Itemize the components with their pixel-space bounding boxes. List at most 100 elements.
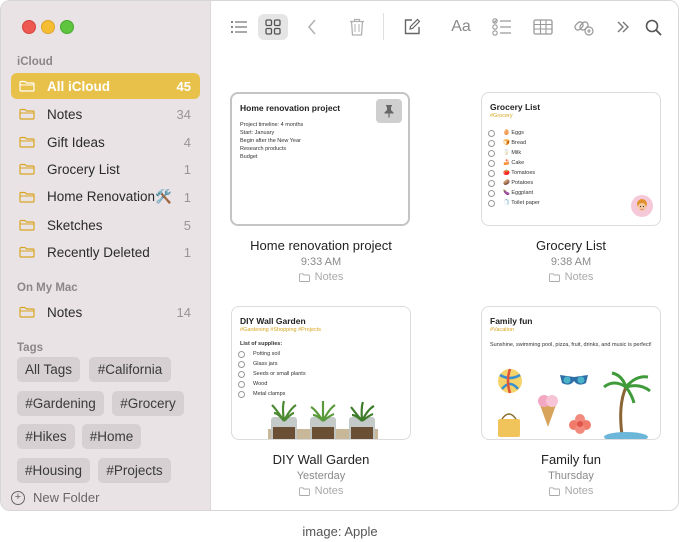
note-preview-subhead: List of supplies: bbox=[240, 341, 283, 347]
gallery-view-button[interactable] bbox=[258, 14, 288, 40]
format-button[interactable]: Aa bbox=[446, 14, 476, 40]
checklist-item: Wood bbox=[238, 379, 306, 389]
note-preview-body: Sunshine, swimming pool, pizza, fruit, d… bbox=[490, 342, 652, 348]
notes-gallery: Home renovation project Project timeline… bbox=[211, 53, 678, 510]
new-folder-button[interactable]: + New Folder bbox=[11, 490, 99, 505]
note-folder: Notes bbox=[221, 271, 421, 283]
checklist-item-label: 🥔 Potatoes bbox=[503, 180, 534, 186]
folder-label: All iCloud bbox=[47, 78, 110, 94]
collaborator-avatar[interactable] bbox=[631, 195, 653, 217]
table-button[interactable] bbox=[528, 14, 558, 40]
tag-hikes[interactable]: #Hikes bbox=[17, 424, 75, 449]
folder-label: Sketches bbox=[47, 217, 103, 233]
checkbox-circle-icon bbox=[238, 380, 245, 388]
tag-all-tags[interactable]: All Tags bbox=[17, 357, 80, 382]
chevron-double-right-icon bbox=[617, 21, 629, 33]
folder-icon bbox=[548, 486, 560, 496]
checkbox-circle-icon bbox=[238, 390, 245, 398]
tag-housing[interactable]: #Housing bbox=[17, 458, 90, 483]
note-card-diy-wall-garden[interactable]: DIY Wall Garden #Gardening #Shopping #Pr… bbox=[231, 306, 411, 440]
folder-icon bbox=[19, 163, 35, 175]
note-preview-checklist: Potting soil Glass jars Seeds or small p… bbox=[238, 349, 306, 399]
checkbox-circle-icon bbox=[488, 159, 495, 167]
folder-icon bbox=[19, 246, 35, 258]
text-format-icon: Aa bbox=[451, 18, 471, 35]
compose-icon bbox=[404, 18, 421, 35]
tag-projects[interactable]: #Projects bbox=[98, 458, 171, 483]
folder-label: Notes bbox=[47, 304, 83, 320]
checklist-item-label: 🥛 Milk bbox=[503, 150, 522, 156]
pin-icon bbox=[384, 105, 394, 118]
note-time: Thursday bbox=[548, 470, 594, 482]
folder-count: 5 bbox=[183, 217, 191, 233]
list-view-button[interactable] bbox=[224, 14, 254, 40]
checklist-item: Potting soil bbox=[238, 349, 306, 359]
checklist-item-label: 🍞 Bread bbox=[503, 140, 527, 146]
plus-circle-icon: + bbox=[11, 490, 25, 505]
sidebar-item-mac-notes[interactable]: Notes 14 bbox=[11, 299, 200, 325]
checklist-button[interactable] bbox=[487, 14, 517, 40]
tag-california[interactable]: #California bbox=[89, 357, 171, 382]
sidebar-item-sketches[interactable]: Sketches 5 bbox=[11, 212, 200, 238]
tag-gardening[interactable]: #Gardening bbox=[17, 391, 104, 416]
plant-jars-image bbox=[268, 400, 378, 439]
checklist-item-label: Wood bbox=[253, 381, 268, 387]
sidebar-item-gift-ideas[interactable]: Gift Ideas 4 bbox=[11, 129, 200, 155]
preview-line: Project timeline: 4 months bbox=[240, 122, 304, 128]
note-folder: Notes bbox=[221, 485, 421, 497]
folder-count: 4 bbox=[183, 134, 191, 150]
sidebar-item-notes[interactable]: Notes 34 bbox=[11, 101, 200, 127]
new-note-button[interactable] bbox=[397, 14, 427, 40]
toolbar-divider bbox=[383, 13, 384, 40]
preview-line: Begin after the New Year bbox=[240, 138, 301, 144]
preview-line: Budget bbox=[240, 154, 258, 160]
sidebar-item-grocery-list[interactable]: Grocery List 1 bbox=[11, 156, 200, 182]
pin-badge[interactable] bbox=[376, 99, 402, 123]
back-button[interactable] bbox=[297, 14, 327, 40]
more-toolbar-button[interactable] bbox=[608, 14, 638, 40]
note-card-home-renovation[interactable]: Home renovation project Project timeline… bbox=[230, 92, 410, 226]
sidebar-item-recently-deleted[interactable]: Recently Deleted 1 bbox=[11, 239, 200, 265]
note-folder-label: Notes bbox=[564, 271, 594, 283]
tag-grocery[interactable]: #Grocery bbox=[112, 391, 184, 416]
checklist-item: 🥚 Eggs bbox=[488, 128, 540, 138]
close-window-button[interactable] bbox=[22, 20, 36, 34]
checklist-item-label: 🥚 Eggs bbox=[503, 130, 524, 136]
link-share-icon bbox=[574, 21, 594, 36]
delete-button[interactable] bbox=[342, 14, 372, 40]
checklist-icon bbox=[492, 18, 511, 36]
sidebar-item-all-icloud[interactable]: All iCloud 45 bbox=[11, 73, 200, 99]
search-button[interactable] bbox=[638, 14, 668, 40]
folder-icon bbox=[19, 136, 35, 148]
note-preview-title: DIY Wall Garden bbox=[240, 316, 306, 326]
folder-icon bbox=[19, 80, 35, 92]
note-card-family-fun[interactable]: Family fun #Vacation Sunshine, swimming … bbox=[481, 306, 661, 440]
note-preview-title: Family fun bbox=[490, 316, 533, 326]
checklist-item-label: Seeds or small plants bbox=[253, 371, 306, 377]
notes-window: iCloud All iCloud 45 Notes 34 Gift Ideas… bbox=[0, 0, 679, 511]
checklist-item-label: Metal clamps bbox=[253, 391, 286, 397]
note-card-grocery-list[interactable]: Grocery List #Grocery 🥚 Eggs 🍞 Bread 🥛 M… bbox=[481, 92, 661, 226]
checklist-item-label: Glass jars bbox=[253, 361, 278, 367]
search-icon bbox=[645, 19, 662, 36]
folder-count: 45 bbox=[176, 78, 191, 94]
checklist-item-label: 🧻 Toilet paper bbox=[503, 200, 540, 206]
folder-count: 14 bbox=[176, 304, 191, 320]
note-folder: Notes bbox=[471, 485, 671, 497]
note-title: Grocery List bbox=[535, 238, 607, 253]
memoji-avatar-icon bbox=[637, 199, 647, 211]
folder-label: Grocery List bbox=[47, 161, 120, 177]
zoom-window-button[interactable] bbox=[60, 20, 74, 34]
tag-home[interactable]: #Home bbox=[82, 424, 141, 449]
collaborate-button[interactable] bbox=[569, 14, 599, 40]
new-folder-label: New Folder bbox=[33, 490, 100, 505]
folder-count: 1 bbox=[183, 189, 191, 205]
minimize-window-button[interactable] bbox=[41, 20, 55, 34]
checkbox-circle-icon bbox=[488, 169, 495, 177]
checkbox-circle-icon bbox=[488, 179, 495, 187]
sidebar: iCloud All iCloud 45 Notes 34 Gift Ideas… bbox=[1, 1, 211, 510]
sidebar-item-home-renovation[interactable]: Home Renovation🛠️ 1 bbox=[11, 184, 200, 210]
on-my-mac-section-header: On My Mac bbox=[17, 282, 78, 294]
checklist-item-label: 🍆 Eggplant bbox=[503, 190, 534, 196]
note-title: DIY Wall Garden bbox=[272, 452, 370, 467]
